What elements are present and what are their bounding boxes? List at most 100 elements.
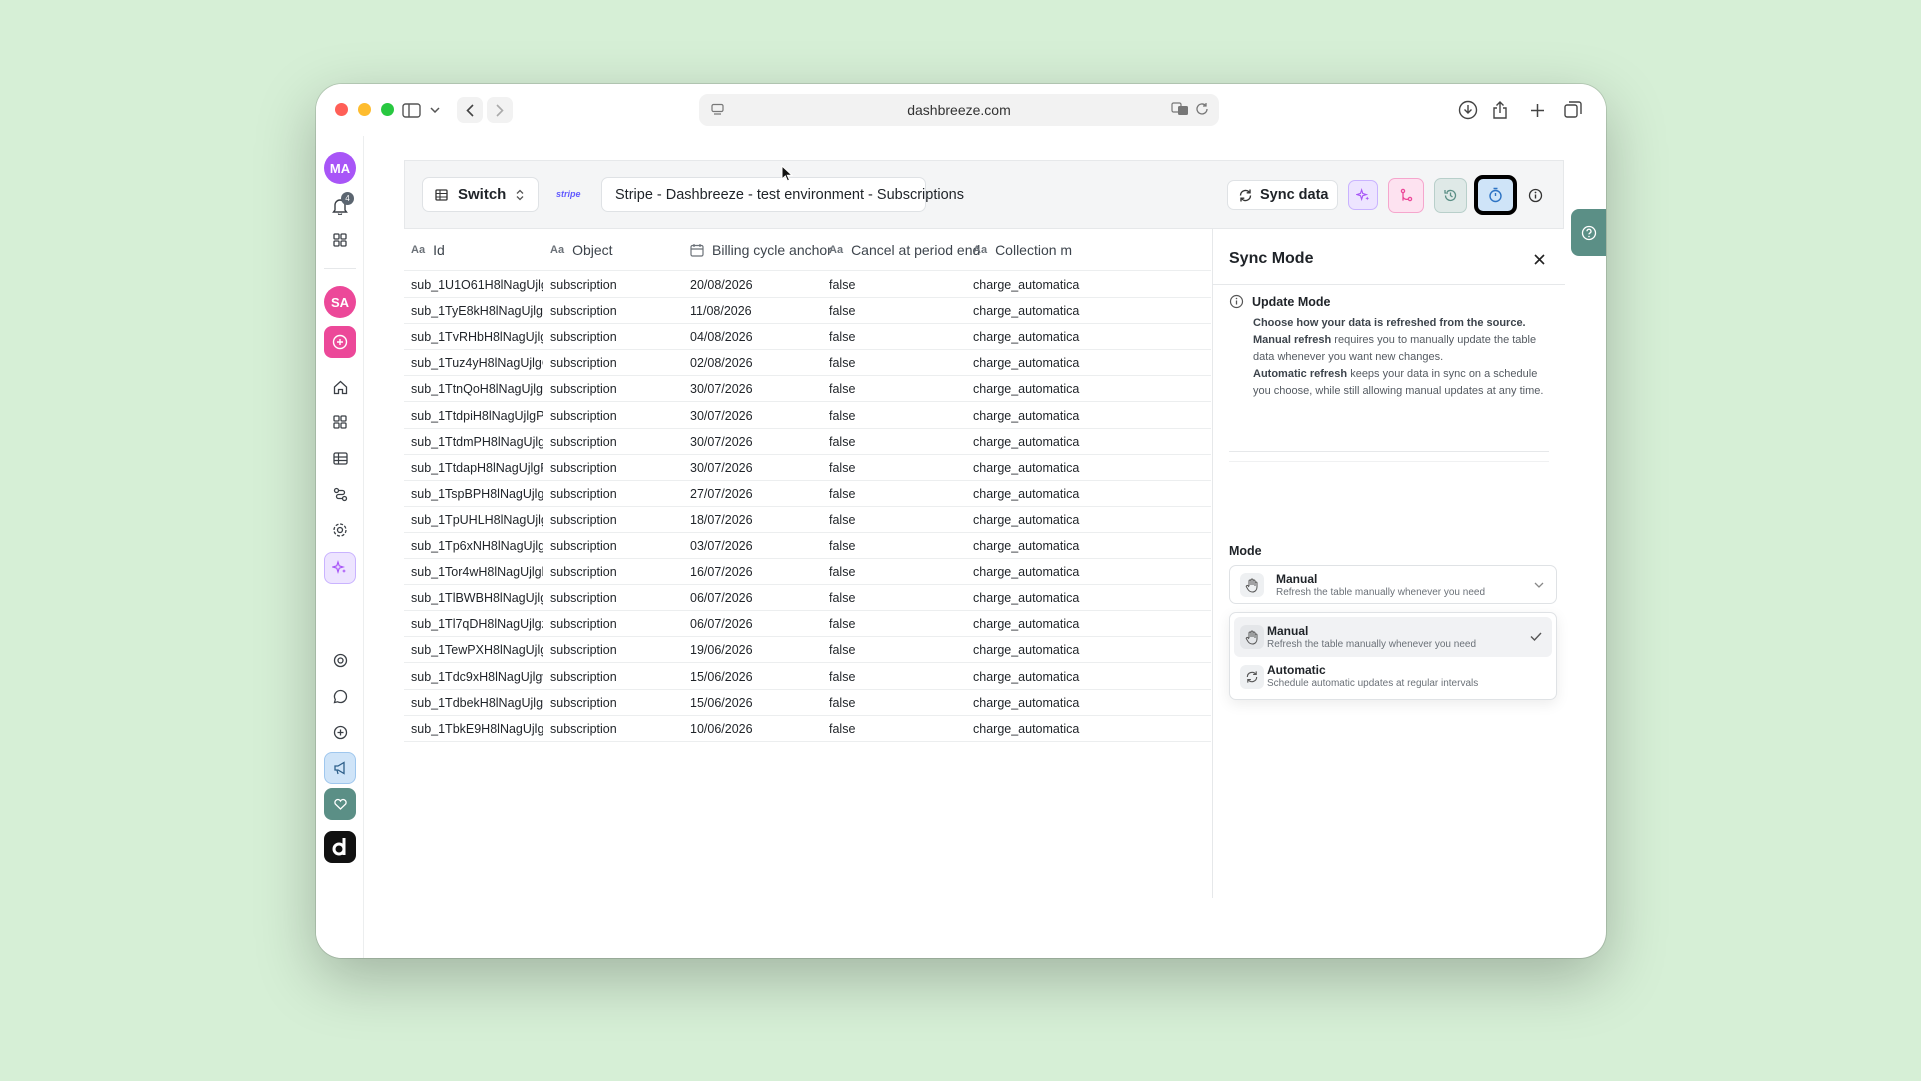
cell-object[interactable]: subscription xyxy=(550,350,682,376)
cell-collection-method[interactable]: charge_automatica xyxy=(973,690,1211,716)
cell-billing-cycle-anchor[interactable]: 15/06/2026 xyxy=(690,664,822,690)
close-window-button[interactable] xyxy=(335,103,348,116)
share-icon[interactable] xyxy=(1489,98,1511,122)
cell-object[interactable]: subscription xyxy=(550,507,682,533)
cell-id[interactable]: sub_1TbkE9H8lNagUjlgw... xyxy=(411,716,543,742)
cell-collection-method[interactable]: charge_automatica xyxy=(973,481,1211,507)
cell-cancel-at-period-end[interactable]: false xyxy=(829,272,961,298)
minimize-window-button[interactable] xyxy=(358,103,371,116)
workspace-avatar[interactable]: SA xyxy=(324,286,356,318)
cell-id[interactable]: sub_1U1O61H8lNagUjlgf... xyxy=(411,272,543,298)
feedback-button[interactable] xyxy=(324,788,356,820)
dashboards-icon[interactable] xyxy=(324,406,356,438)
cell-billing-cycle-anchor[interactable]: 04/08/2026 xyxy=(690,324,822,350)
cell-cancel-at-period-end[interactable]: false xyxy=(829,637,961,663)
sync-mode-button[interactable] xyxy=(1474,175,1517,215)
close-icon[interactable] xyxy=(1530,250,1548,268)
downloads-icon[interactable] xyxy=(1457,98,1479,122)
cell-object[interactable]: subscription xyxy=(550,637,682,663)
cell-billing-cycle-anchor[interactable]: 11/08/2026 xyxy=(690,298,822,324)
chat-icon[interactable] xyxy=(324,680,356,712)
cell-collection-method[interactable]: charge_automatica xyxy=(973,664,1211,690)
cell-id[interactable]: sub_1TtdapH8lNagUjlgP9... xyxy=(411,455,543,481)
cell-billing-cycle-anchor[interactable]: 30/07/2026 xyxy=(690,455,822,481)
cell-billing-cycle-anchor[interactable]: 18/07/2026 xyxy=(690,507,822,533)
tab-overview-icon[interactable] xyxy=(1562,98,1584,122)
info-button[interactable] xyxy=(1522,178,1548,213)
new-tab-icon[interactable] xyxy=(1526,98,1548,122)
table-row[interactable]: sub_1TyE8kH8lNagUjlg1... subscription 11/0… xyxy=(404,298,1211,325)
table-row[interactable]: sub_1TtdapH8lNagUjlgP9... subscription 30/… xyxy=(404,455,1211,481)
cell-billing-cycle-anchor[interactable]: 03/07/2026 xyxy=(690,533,822,559)
cell-billing-cycle-anchor[interactable]: 20/08/2026 xyxy=(690,272,822,298)
announcements-button[interactable] xyxy=(324,752,356,784)
column-header-cancel-at-period-end[interactable]: Aa Cancel at period end xyxy=(829,229,980,271)
cell-id[interactable]: sub_1TpUHLH8lNagUjlg5... xyxy=(411,507,543,533)
cell-cancel-at-period-end[interactable]: false xyxy=(829,690,961,716)
settings-gear-icon[interactable] xyxy=(324,514,356,546)
table-row[interactable]: sub_1Tl7qDH8lNagUjlgzY... subscription 06/… xyxy=(404,611,1211,638)
forward-icon[interactable] xyxy=(487,97,513,123)
cell-id[interactable]: sub_1Tl7qDH8lNagUjlgzY... xyxy=(411,611,543,637)
cell-cancel-at-period-end[interactable]: false xyxy=(829,507,961,533)
column-header-billing-cycle-anchor[interactable]: Billing cycle anchor xyxy=(690,229,832,271)
cell-collection-method[interactable]: charge_automatica xyxy=(973,429,1211,455)
cell-billing-cycle-anchor[interactable]: 30/07/2026 xyxy=(690,403,822,429)
add-workspace-button[interactable] xyxy=(324,326,356,358)
cell-id[interactable]: sub_1TtdpiH8lNagUjlgPd... xyxy=(411,403,543,429)
cell-collection-method[interactable]: charge_automatica xyxy=(973,455,1211,481)
cell-cancel-at-period-end[interactable]: false xyxy=(829,324,961,350)
user-avatar[interactable]: MA xyxy=(324,152,356,184)
mode-option-automatic[interactable]: Automatic Schedule automatic updates at … xyxy=(1234,657,1552,697)
notifications-button[interactable]: 4 xyxy=(324,190,356,222)
cell-collection-method[interactable]: charge_automatica xyxy=(973,585,1211,611)
workflow-icon[interactable] xyxy=(324,478,356,510)
cell-cancel-at-period-end[interactable]: false xyxy=(829,429,961,455)
back-icon[interactable] xyxy=(457,97,483,123)
cell-id[interactable]: sub_1TyE8kH8lNagUjlg1... xyxy=(411,298,543,324)
cell-cancel-at-period-end[interactable]: false xyxy=(829,481,961,507)
table-icon[interactable] xyxy=(324,442,356,474)
cell-object[interactable]: subscription xyxy=(550,611,682,637)
switch-source-button[interactable]: Switch xyxy=(422,177,539,212)
cell-object[interactable]: subscription xyxy=(550,324,682,350)
sync-data-button[interactable]: Sync data xyxy=(1227,180,1338,210)
translate-icon[interactable] xyxy=(1171,102,1189,119)
table-row[interactable]: sub_1TewPXH8lNagUjlgm... subscription 19/0… xyxy=(404,637,1211,664)
mode-select[interactable]: Manual Refresh the table manually whenev… xyxy=(1229,565,1557,604)
home-icon[interactable] xyxy=(324,371,356,403)
cell-collection-method[interactable]: charge_automatica xyxy=(973,272,1211,298)
table-row[interactable]: sub_1Tuz4yH8lNagUjlgO... subscription 02/0… xyxy=(404,350,1211,377)
table-row[interactable]: sub_1TtnQoH8lNagUjlgu... subscription 30/0… xyxy=(404,376,1211,403)
cell-cancel-at-period-end[interactable]: false xyxy=(829,664,961,690)
cell-billing-cycle-anchor[interactable]: 19/06/2026 xyxy=(690,637,822,663)
table-row[interactable]: sub_1TbkE9H8lNagUjlgw... subscription 10/0… xyxy=(404,716,1211,742)
table-row[interactable]: sub_1Tor4wH8lNagUjlgb... subscription 16/0… xyxy=(404,559,1211,586)
cell-cancel-at-period-end[interactable]: false xyxy=(829,350,961,376)
history-button[interactable] xyxy=(1434,178,1467,213)
source-name-field[interactable]: Stripe - Dashbreeze - test environment -… xyxy=(601,177,964,212)
table-row[interactable]: sub_1TdbekH8lNagUjlgz... subscription 15/0… xyxy=(404,690,1211,716)
cell-object[interactable]: subscription xyxy=(550,455,682,481)
zoom-window-button[interactable] xyxy=(381,103,394,116)
cell-id[interactable]: sub_1TdbekH8lNagUjlgz... xyxy=(411,690,543,716)
cell-cancel-at-period-end[interactable]: false xyxy=(829,533,961,559)
cell-billing-cycle-anchor[interactable]: 16/07/2026 xyxy=(690,559,822,585)
cell-cancel-at-period-end[interactable]: false xyxy=(829,716,961,742)
cell-collection-method[interactable]: charge_automatica xyxy=(973,637,1211,663)
add-circle-icon[interactable] xyxy=(324,716,356,748)
cell-billing-cycle-anchor[interactable]: 30/07/2026 xyxy=(690,376,822,402)
cell-id[interactable]: sub_1TvRHbH8lNagUjlgl... xyxy=(411,324,543,350)
table-row[interactable]: sub_1Tdc9xH8lNagUjlgw... subscription 15/0… xyxy=(404,664,1211,690)
table-row[interactable]: sub_1TvRHbH8lNagUjlgl... subscription 04/0… xyxy=(404,324,1211,351)
table-row[interactable]: sub_1Tp6xNH8lNagUjlgy... subscription 03/0… xyxy=(404,533,1211,559)
cell-id[interactable]: sub_1TtnQoH8lNagUjlgu... xyxy=(411,376,543,402)
table-row[interactable]: sub_1TspBPH8lNagUjlg5... subscription 27/0… xyxy=(404,481,1211,507)
cell-id[interactable]: sub_1TlBWBH8lNagUjlgA... xyxy=(411,585,543,611)
cell-object[interactable]: subscription xyxy=(550,376,682,402)
cell-collection-method[interactable]: charge_automatica xyxy=(973,324,1211,350)
column-header-collection-method[interactable]: Aa Collection m xyxy=(973,229,1072,271)
cell-billing-cycle-anchor[interactable]: 15/06/2026 xyxy=(690,690,822,716)
cell-billing-cycle-anchor[interactable]: 27/07/2026 xyxy=(690,481,822,507)
cell-collection-method[interactable]: charge_automatica xyxy=(973,611,1211,637)
